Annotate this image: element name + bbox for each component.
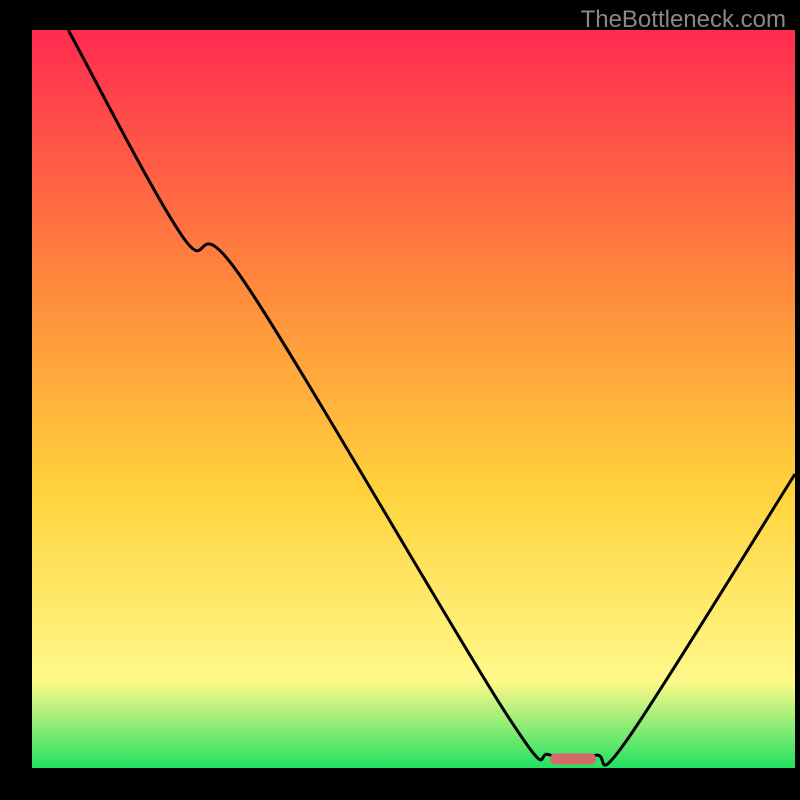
watermark-text: TheBottleneck.com — [581, 6, 786, 34]
chart-svg — [0, 0, 800, 800]
optimal-marker — [550, 753, 596, 764]
bottleneck-chart: TheBottleneck.com — [0, 0, 800, 800]
